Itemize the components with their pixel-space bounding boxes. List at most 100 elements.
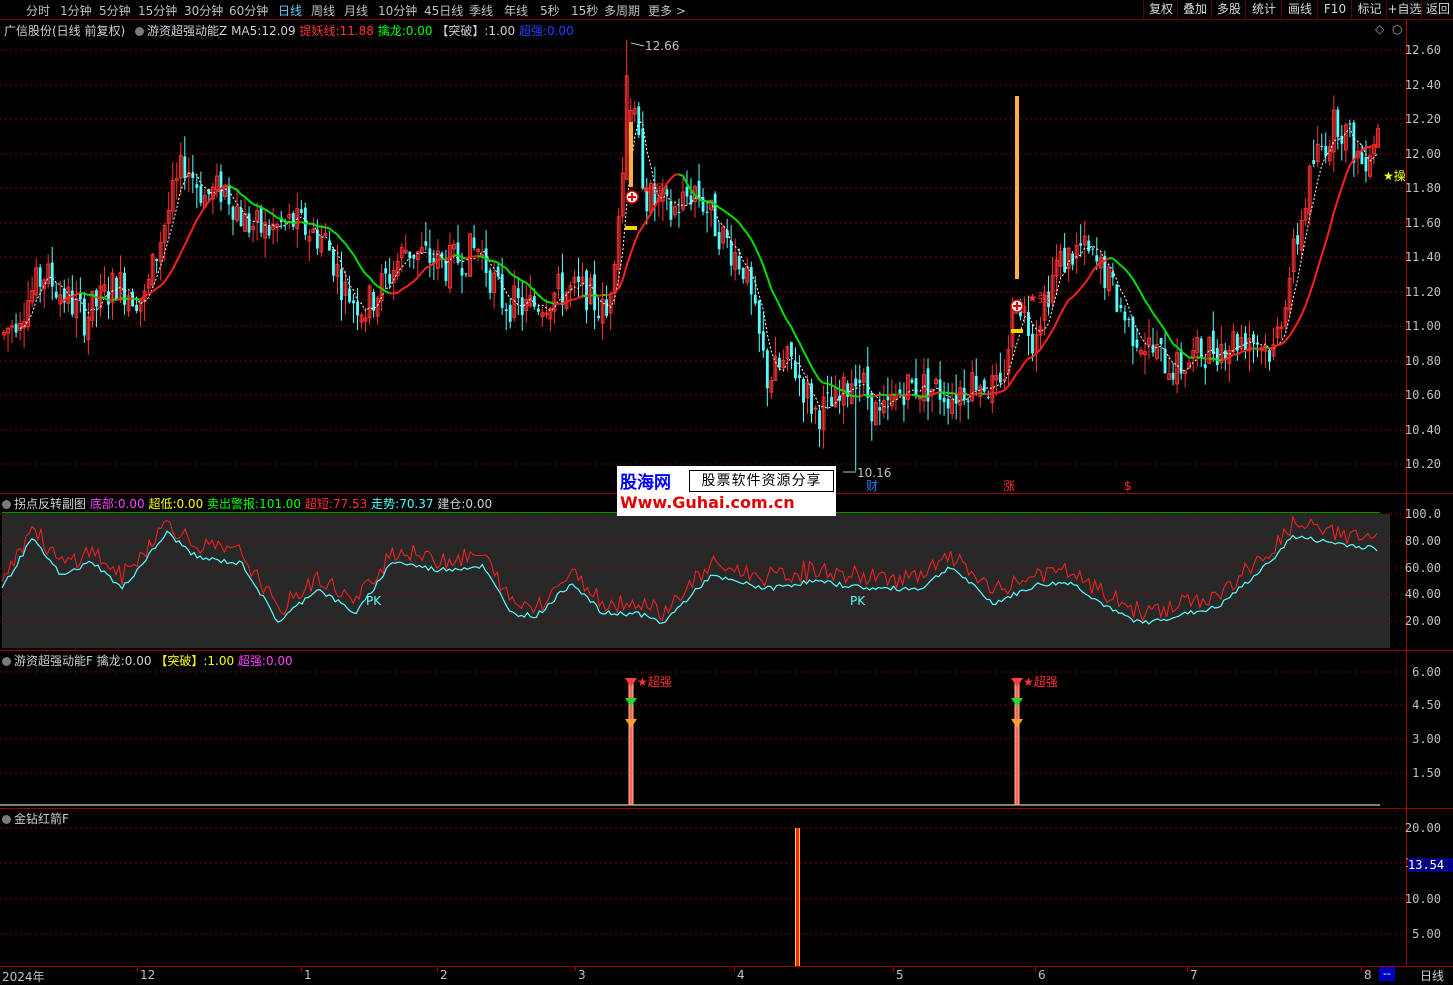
tiyao-line-segment [952, 393, 956, 394]
period-13[interactable]: 5秒 [540, 2, 560, 19]
tiyao-line-segment [1294, 322, 1298, 329]
candle-down [509, 305, 512, 322]
candle-down [714, 194, 717, 236]
period-16[interactable]: 更多 > [648, 2, 686, 19]
date-tick [137, 967, 138, 971]
tiyao-line-segment [173, 261, 177, 269]
candle-down [794, 362, 797, 379]
tiyao-line-segment [574, 298, 578, 299]
tiyao-line-segment [1257, 348, 1261, 349]
tiyao-line-segment [526, 283, 530, 287]
date-dash[interactable]: -- [1379, 967, 1395, 981]
tiyao-line-segment [1137, 286, 1141, 293]
axis-tick: 6.00 [1412, 665, 1441, 679]
toolbar-button-8[interactable]: 返回 [1421, 0, 1453, 19]
toolbar-button-5[interactable]: F10 [1317, 0, 1352, 19]
tiyao-line-segment [1153, 313, 1157, 319]
period-11[interactable]: 季线 [469, 2, 493, 19]
candle-down [292, 213, 295, 227]
period-14[interactable]: 15秒 [571, 2, 598, 19]
tiyao-line-segment [378, 286, 382, 288]
breakout-bar [629, 122, 633, 187]
toolbar-button-2[interactable]: 多股 [1211, 0, 1246, 19]
candle-down [1136, 340, 1139, 348]
date-label: 8 [1364, 968, 1372, 982]
candle-down [183, 156, 186, 178]
tiyao-line-segment [341, 240, 345, 244]
candle-down [424, 241, 427, 245]
tiyao-line-segment [1117, 262, 1121, 266]
candle-down [505, 309, 508, 311]
tiyao-line-segment [253, 204, 257, 206]
tiyao-line-segment [868, 396, 872, 397]
period-3[interactable]: 15分钟 [138, 2, 177, 19]
tiyao-line-segment [1370, 146, 1374, 147]
period-10[interactable]: 45日线 [424, 2, 463, 19]
tiyao-line-segment [366, 274, 370, 277]
tiyao-line-segment [1008, 380, 1012, 386]
candle-down [1320, 146, 1323, 147]
sub3-chart[interactable] [0, 809, 1407, 966]
tiyao-line-segment [1173, 344, 1177, 347]
axis-tick: 1.50 [1412, 766, 1441, 780]
candle-down [485, 248, 488, 273]
candle-down [260, 206, 263, 232]
tiyao-line-segment [755, 247, 759, 256]
candle-down [754, 295, 757, 304]
period-2[interactable]: 5分钟 [99, 2, 131, 19]
kline-chart[interactable]: ★强★强12.6610.16★操财涨$ [0, 19, 1407, 494]
candle-down [537, 309, 540, 312]
period-4[interactable]: 30分钟 [184, 2, 223, 19]
axis-tick: 4.50 [1412, 698, 1441, 712]
tiyao-line-segment [534, 291, 538, 295]
tiyao-line-segment [157, 286, 161, 289]
orange-diamond-icon [1011, 719, 1023, 728]
sub1-chart[interactable]: PKPK [0, 494, 1407, 651]
green-diamond-icon [625, 698, 637, 707]
tiyao-line-segment [763, 265, 767, 277]
period-7[interactable]: 周线 [311, 2, 335, 19]
period-8[interactable]: 月线 [344, 2, 368, 19]
tiyao-line-segment [1020, 363, 1024, 369]
sub2-chart[interactable]: ★超强★超强 [0, 651, 1407, 809]
tiyao-line-segment [1374, 145, 1378, 146]
tiyao-line-segment [1133, 279, 1137, 286]
tiyao-line-segment [273, 215, 277, 218]
sub3-current-value: 13.54 [1408, 858, 1453, 872]
candle-down [1244, 333, 1247, 350]
tiyao-line-segment [108, 300, 112, 301]
period-12[interactable]: 年线 [504, 2, 528, 19]
tiyao-line-segment [691, 190, 695, 195]
period-15[interactable]: 多周期 [604, 2, 640, 19]
period-0[interactable]: 分时 [26, 2, 50, 19]
toolbar-button-3[interactable]: 统计 [1245, 0, 1282, 19]
tiyao-line-segment [133, 298, 137, 299]
toolbar-button-6[interactable]: 标记 [1351, 0, 1387, 19]
date-tick [893, 967, 894, 971]
toolbar-button-7[interactable]: +自选 [1386, 0, 1422, 19]
toolbar-button-4[interactable]: 画线 [1281, 0, 1318, 19]
tiyao-line-segment [426, 266, 430, 268]
toolbar-button-0[interactable]: 复权 [1143, 0, 1178, 19]
candle-down [1063, 248, 1066, 272]
candle-down [473, 238, 476, 249]
period-6[interactable]: 日线 [278, 2, 302, 19]
period-9[interactable]: 10分钟 [378, 2, 417, 19]
sub2-axis: 6.004.503.001.50 [1406, 651, 1453, 809]
period-5[interactable]: 60分钟 [229, 2, 268, 19]
tiyao-line-segment [631, 242, 635, 253]
candle-down [593, 274, 596, 310]
toolbar-button-1[interactable]: 叠加 [1177, 0, 1212, 19]
period-1[interactable]: 1分钟 [60, 2, 92, 19]
sub3-axis: 20.0015.0010.005.00 [1406, 809, 1453, 966]
tiyao-line-segment [354, 255, 358, 262]
tiyao-line-segment [185, 237, 189, 245]
axis-tick: 12.00 [1405, 147, 1441, 161]
candle-down [878, 407, 881, 410]
candle-down [155, 259, 158, 261]
tiyao-line-segment [410, 281, 414, 284]
candle-down [517, 288, 520, 298]
tiyao-line-segment [980, 393, 984, 394]
candle-down [328, 241, 331, 251]
tiyao-line-segment [84, 294, 88, 295]
